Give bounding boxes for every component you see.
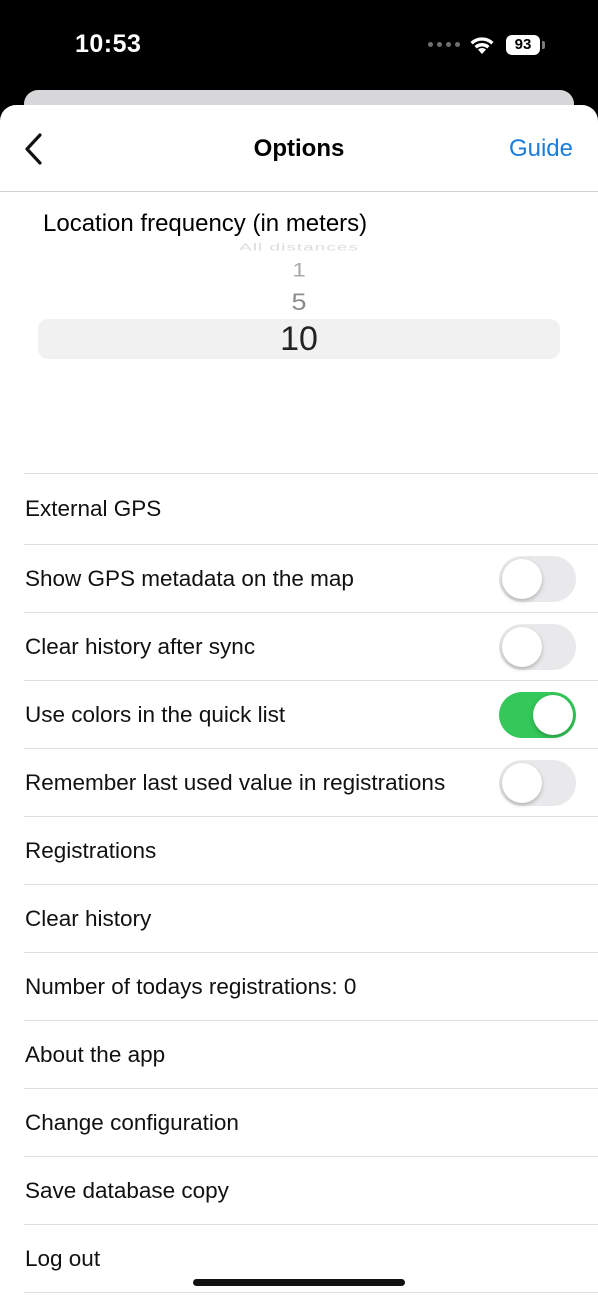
item-label: Clear history [25, 905, 152, 931]
item-label: Clear history after sync [25, 633, 256, 659]
item-label: Show GPS metadata on the map [25, 565, 354, 591]
toggle-knob [502, 762, 542, 803]
cellular-signal-icon [428, 42, 460, 47]
item-label: Use colors in the quick list [25, 701, 286, 727]
clear-history-after-sync-toggle[interactable] [499, 623, 576, 670]
toggle-knob [502, 558, 542, 599]
status-bar: 10:53 93 [0, 0, 598, 90]
clear-history-after-sync-item: Clear history after sync [24, 612, 598, 680]
change-configuration-item[interactable]: Change configuration [24, 1088, 598, 1156]
todays-registrations-item: Number of todays registrations: 0 [24, 952, 598, 1020]
picker-option[interactable]: All distances [38, 242, 560, 254]
registrations-item[interactable]: Registrations [24, 816, 598, 884]
wifi-icon [470, 37, 494, 54]
battery-icon: 93 [506, 35, 540, 55]
item-label: Save database copy [25, 1177, 229, 1203]
navigation-bar: Options Guide [0, 105, 598, 192]
item-label: Registrations [25, 837, 157, 863]
settings-list: External GPS Show GPS metadata on the ma… [0, 473, 598, 1293]
picker-option[interactable]: 1 [38, 260, 560, 282]
item-label: About the app [25, 1041, 166, 1067]
external-gps-item[interactable]: External GPS [24, 473, 598, 544]
home-indicator[interactable] [193, 1279, 405, 1286]
remember-last-value-toggle[interactable] [499, 759, 576, 806]
item-label: External GPS [25, 496, 162, 521]
battery-cap [542, 41, 545, 49]
remember-last-value-item: Remember last used value in registration… [24, 748, 598, 816]
show-gps-metadata-toggle[interactable] [499, 555, 576, 602]
item-label: Log out [25, 1245, 101, 1271]
save-database-copy-item[interactable]: Save database copy [24, 1156, 598, 1224]
show-gps-metadata-item: Show GPS metadata on the map [24, 544, 598, 612]
item-label: Remember last used value in registration… [25, 769, 446, 795]
item-label: Number of todays registrations: 0 [25, 973, 357, 999]
toggle-knob [533, 694, 573, 735]
status-time: 10:53 [75, 30, 142, 58]
use-colors-quick-list-toggle[interactable] [499, 691, 576, 738]
picker-selected-option[interactable]: 10 [38, 319, 560, 359]
use-colors-quick-list-item: Use colors in the quick list [24, 680, 598, 748]
location-frequency-picker[interactable]: All distances 1 5 10 [38, 233, 560, 373]
picker-option[interactable]: 5 [38, 289, 560, 317]
clear-history-item[interactable]: Clear history [24, 884, 598, 952]
item-label: Change configuration [25, 1109, 239, 1135]
guide-button[interactable]: Guide [509, 135, 573, 163]
options-sheet: Options Guide Location frequency (in met… [0, 105, 598, 1300]
about-app-item[interactable]: About the app [24, 1020, 598, 1088]
toggle-knob [502, 626, 542, 667]
